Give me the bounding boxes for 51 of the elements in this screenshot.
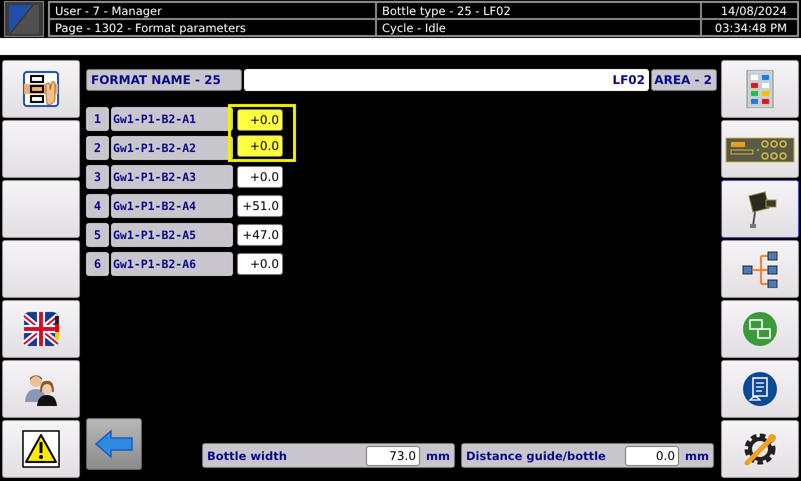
unit-label: mm	[426, 448, 450, 462]
value-field[interactable]: +0.0	[237, 109, 283, 131]
time-label: 03:34:48 PM	[701, 19, 798, 36]
side-button[interactable]	[2, 360, 80, 418]
parameter-name: Gw1-P1-B2-A4	[111, 194, 233, 218]
format-name-field[interactable]: LF02	[244, 69, 649, 91]
parameter-name: Gw1-P1-B2-A6	[111, 252, 233, 276]
row-number: 4	[86, 194, 109, 218]
side-button[interactable]	[721, 360, 799, 418]
field-label: Distance guide/bottle	[466, 448, 607, 462]
parameter-name: Gw1-P1-B2-A3	[111, 164, 233, 188]
value-field[interactable]: +0.0	[237, 252, 283, 274]
row-number: 6	[86, 252, 109, 276]
parameter-name: Gw1-P1-B2-A2	[111, 136, 233, 160]
warning-icon	[22, 430, 60, 468]
row-number: 5	[86, 222, 109, 246]
value-field[interactable]: +47.0	[237, 224, 283, 246]
format-name-label: FORMAT NAME - 25	[86, 69, 242, 91]
user-label: User - 7 - Manager	[49, 2, 376, 19]
parameter-name: Gw1-P1-B2-A5	[111, 222, 233, 246]
flag-icon	[22, 310, 60, 348]
network-icon	[741, 250, 779, 288]
side-button[interactable]	[721, 240, 799, 298]
parameter-name: Gw1-P1-B2-A1	[111, 106, 233, 130]
side-button[interactable]	[721, 420, 799, 478]
unit-label: mm	[685, 448, 709, 462]
logo-icon	[4, 1, 44, 37]
side-button[interactable]	[2, 420, 80, 478]
value-field[interactable]: +0.0	[237, 135, 283, 157]
row-number: 3	[86, 164, 109, 188]
value-field[interactable]: +0.0	[237, 166, 283, 188]
document-icon	[741, 370, 779, 408]
value-field[interactable]: 73.0	[366, 446, 420, 466]
bottle-type-label: Bottle type - 25 - LF02	[376, 2, 701, 19]
value-field[interactable]: 0.0	[625, 446, 679, 466]
left-arrow-icon	[94, 429, 134, 459]
row-number: 1	[86, 106, 109, 130]
side-button[interactable]	[2, 300, 80, 358]
windows-icon	[741, 310, 779, 348]
side-button[interactable]	[721, 180, 799, 238]
value-field[interactable]: +51.0	[237, 194, 283, 216]
page-title: Page - 1302 - Format parameters	[49, 19, 376, 36]
area-label: AREA - 2	[651, 69, 717, 91]
back-button[interactable]	[86, 418, 142, 470]
field-label: Bottle width	[207, 448, 288, 462]
row-number: 2	[86, 136, 109, 160]
flowchart-icon	[22, 70, 60, 108]
date-label: 14/08/2024	[701, 2, 798, 19]
side-button[interactable]	[721, 120, 799, 178]
side-button[interactable]	[2, 60, 80, 118]
cycle-status: Cycle - Idle	[376, 19, 701, 36]
